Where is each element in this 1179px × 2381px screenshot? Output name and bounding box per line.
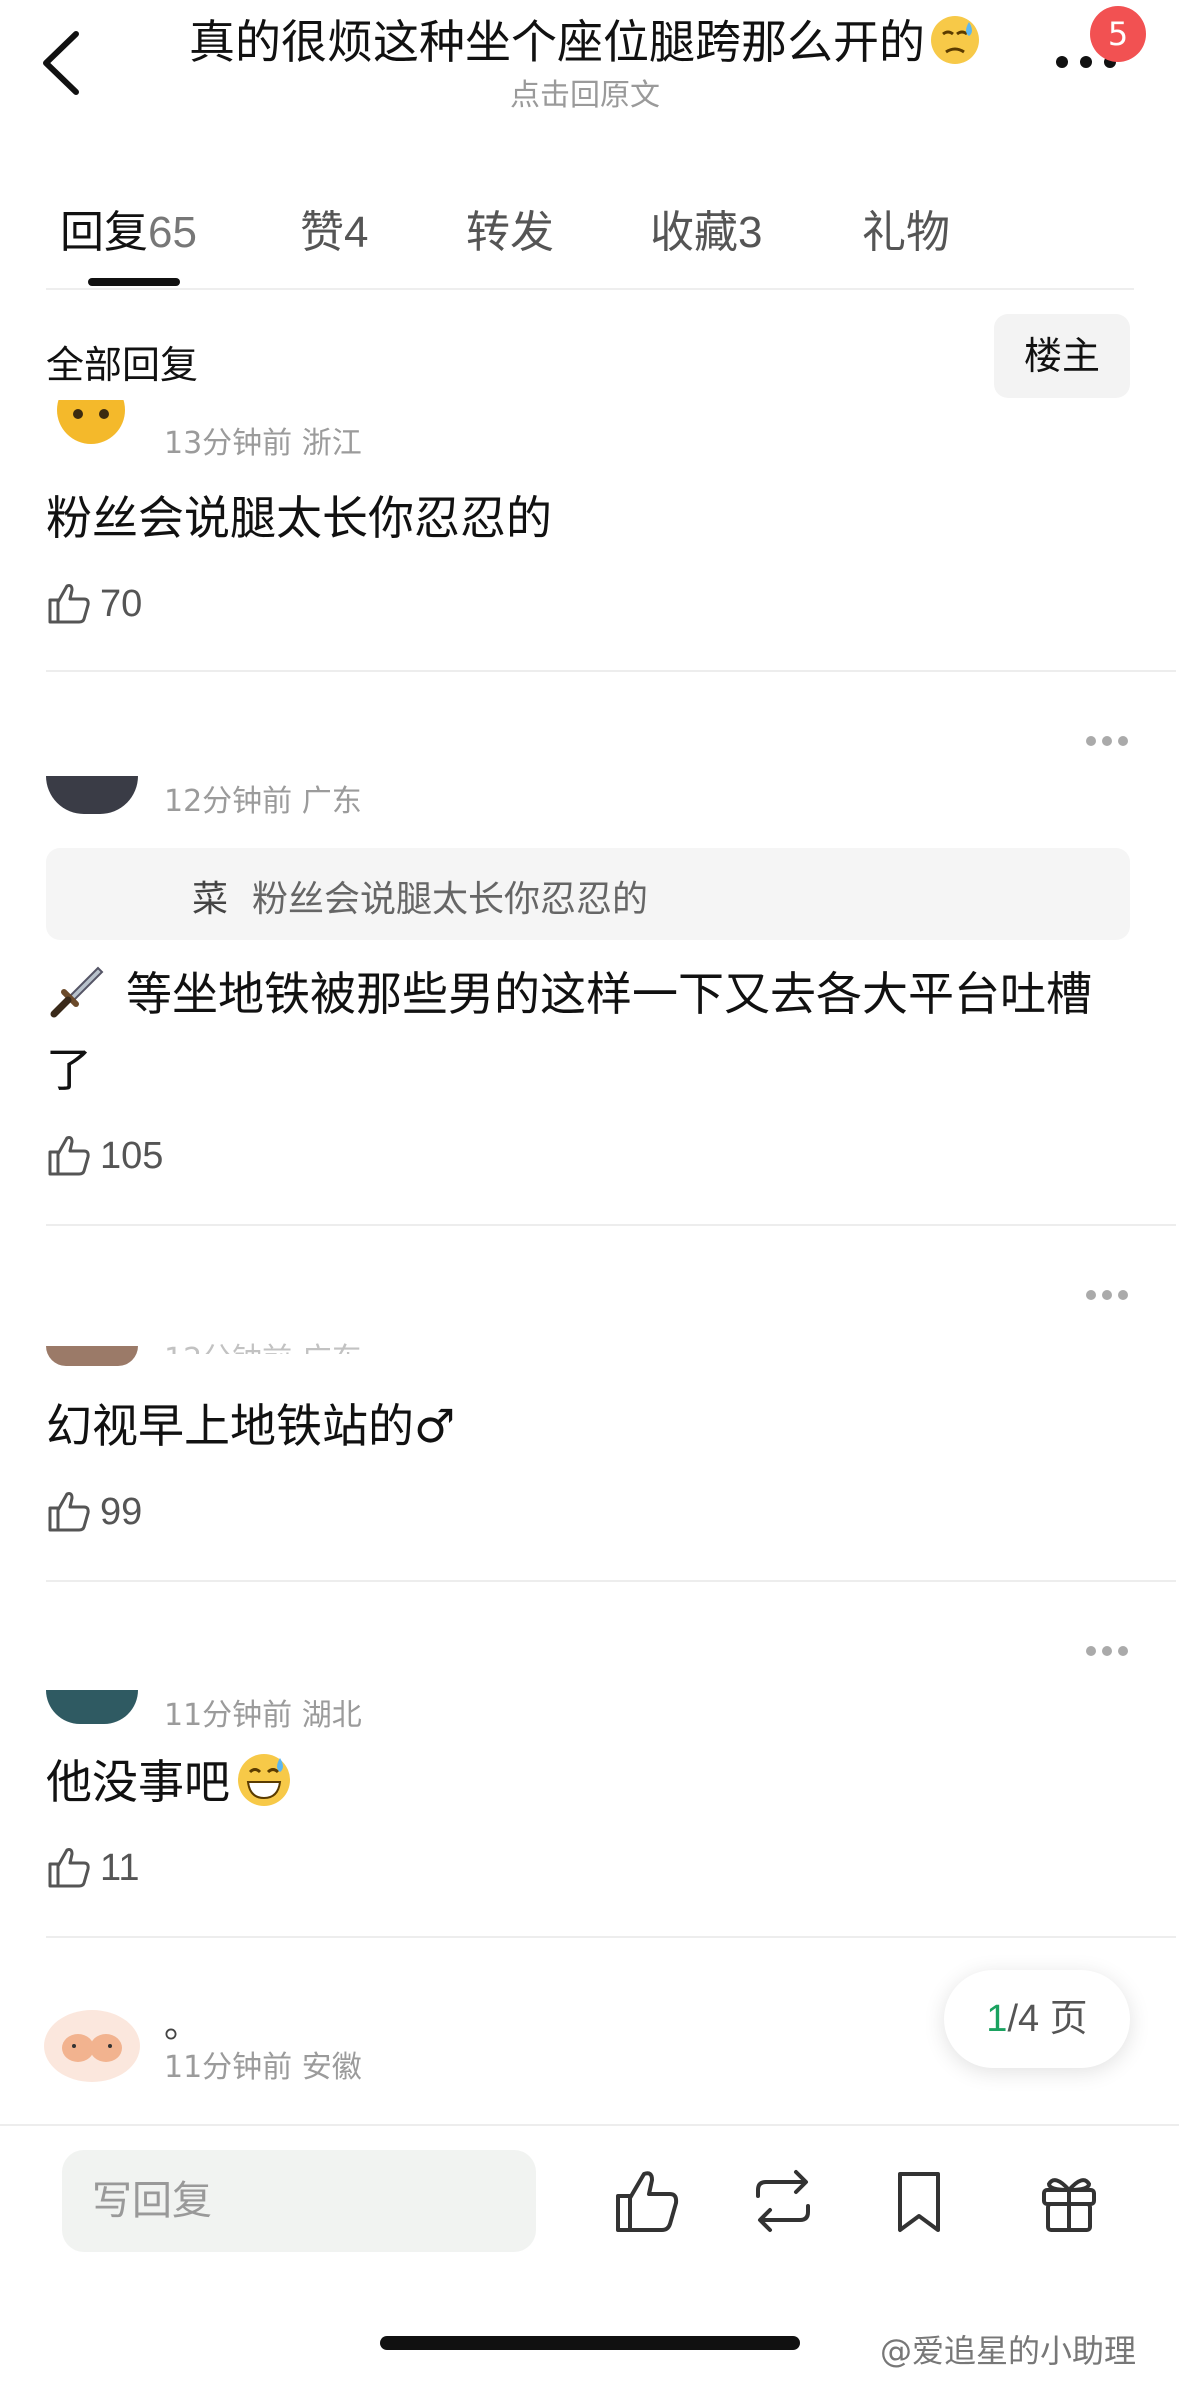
comment-like-button[interactable]: 99: [46, 1486, 186, 1538]
tab-label: 回复: [60, 207, 148, 258]
comment-meta: 12分钟前 广东: [164, 1334, 362, 1354]
repost-icon[interactable]: [748, 2166, 818, 2236]
thumbs-up-icon: [48, 1136, 90, 1176]
comment-text: 他没事吧: [46, 1744, 292, 1820]
thumbs-up-icon[interactable]: [612, 2166, 682, 2236]
active-tab-indicator: [88, 278, 180, 286]
sweat-downcast-emoji-icon: [931, 16, 979, 64]
avatar[interactable]: [44, 2010, 140, 2082]
comment-divider: [46, 670, 1176, 672]
tab-divider: [46, 288, 1134, 290]
comment-meta: 12分钟前 广东: [164, 784, 362, 819]
all-replies-label: 全部回复: [46, 343, 199, 387]
watermark: @爱追星的小助理: [880, 2332, 1137, 2370]
comment-meta: 13分钟前 浙江: [164, 426, 362, 461]
tab-count: 4: [344, 208, 369, 257]
page-title: 真的很烦这种坐个座位腿跨那么开的: [150, 10, 1020, 74]
tab-gifts[interactable]: 礼物: [862, 196, 950, 260]
total-pages: /4 页: [1007, 1998, 1088, 2040]
thumbs-up-icon: [48, 1848, 90, 1888]
quoted-text: 粉丝会说腿太长你忍忍的: [252, 879, 649, 920]
like-count: 11: [100, 1847, 140, 1889]
comment-meta: 11分钟前 湖北: [164, 1698, 362, 1733]
tab-count: 3: [738, 208, 763, 257]
thumbs-up-icon: [48, 584, 90, 624]
comment-divider: [46, 1936, 1176, 1938]
comment-like-button[interactable]: 105: [46, 1130, 206, 1182]
tab-label: 转发: [466, 207, 554, 258]
notification-badge: 5: [1090, 6, 1146, 62]
grinning-sweat-emoji-icon: [238, 1754, 290, 1806]
avatar[interactable]: [46, 1346, 138, 1366]
current-page: 1: [986, 1998, 1008, 2040]
comment-text: 等坐地铁被那些男的这样一下又去各大平台吐槽了: [46, 967, 1092, 1097]
more-dots-icon[interactable]: [1084, 734, 1130, 748]
avatar[interactable]: [46, 1690, 138, 1724]
tab-reposts[interactable]: 转发: [466, 196, 554, 260]
comment-text: 粉丝会说腿太长你忍忍的: [46, 491, 552, 545]
tab-likes[interactable]: 赞4: [300, 196, 368, 260]
thumbs-up-icon: [48, 1492, 90, 1532]
gift-icon[interactable]: [1034, 2166, 1104, 2236]
comment-meta: 11分钟前 安徽: [164, 2050, 362, 2085]
back-to-original-link[interactable]: 点击回原文: [150, 70, 1020, 114]
more-dots-icon[interactable]: [1084, 1288, 1130, 1302]
tab-favorites[interactable]: 收藏3: [650, 196, 762, 260]
comment-username[interactable]: 。: [164, 1996, 200, 2048]
tab-count: 65: [148, 208, 197, 257]
comment-like-button[interactable]: 70: [46, 578, 186, 630]
avatar[interactable]: [46, 400, 136, 452]
original-poster-filter-button[interactable]: 楼主: [994, 314, 1130, 398]
tab-replies[interactable]: 回复65: [60, 196, 197, 260]
reply-input[interactable]: 写回复: [62, 2150, 536, 2252]
comment-text-content: 他没事吧: [46, 1755, 230, 1809]
home-indicator: [380, 2336, 800, 2350]
comment-divider: [46, 1580, 1176, 1582]
like-count: 105: [100, 1135, 164, 1177]
back-chevron-icon[interactable]: [36, 28, 92, 98]
quoted-username: 菜: [192, 879, 229, 920]
bookmark-icon[interactable]: [884, 2166, 954, 2236]
like-count: 70: [100, 583, 143, 625]
avatar[interactable]: [46, 776, 138, 814]
page-indicator[interactable]: 1/4 页: [944, 1970, 1130, 2068]
comment-like-button[interactable]: 11: [46, 1842, 186, 1894]
comment-divider: [46, 1224, 1176, 1226]
more-dots-icon[interactable]: [1084, 1644, 1130, 1658]
tab-label: 赞: [300, 207, 344, 258]
comment-text: 幻视早上地铁站的♂: [46, 1399, 456, 1453]
like-count: 99: [100, 1491, 143, 1533]
tab-label: 礼物: [862, 207, 950, 258]
tab-label: 收藏: [650, 207, 738, 258]
